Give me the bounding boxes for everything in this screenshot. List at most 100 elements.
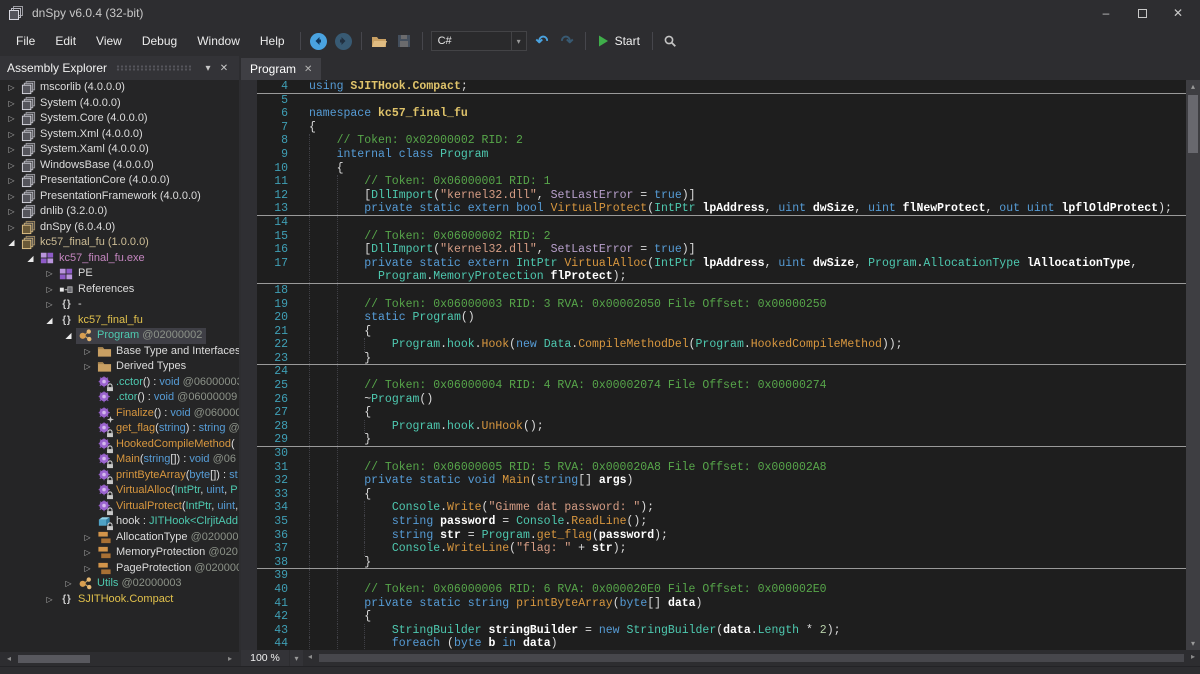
- code-line[interactable]: 33{: [257, 488, 1186, 502]
- expander-icon[interactable]: ▷: [4, 142, 19, 158]
- maximize-button[interactable]: [1124, 2, 1160, 24]
- combobox-caret-icon[interactable]: ▾: [511, 32, 526, 50]
- navigate-forward-button[interactable]: [331, 29, 356, 53]
- close-button[interactable]: ✕: [1160, 2, 1196, 24]
- scroll-right-icon[interactable]: ▸: [1186, 650, 1200, 664]
- tree-item[interactable]: ◢kc57_final_fu.exe: [0, 251, 239, 267]
- tree-item[interactable]: Main(string[]) : void @06: [0, 452, 239, 468]
- panel-grip[interactable]: [116, 65, 191, 71]
- scrollbar-thumb[interactable]: [1188, 95, 1198, 153]
- code-line[interactable]: 29}: [257, 433, 1186, 447]
- menu-item-edit[interactable]: Edit: [45, 29, 86, 53]
- menu-item-help[interactable]: Help: [250, 29, 295, 53]
- tree-item[interactable]: ◢{ }kc57_final_fu: [0, 313, 239, 329]
- code-line[interactable]: 28Program.hook.UnHook();: [257, 420, 1186, 434]
- tree-item[interactable]: ▷Derived Types: [0, 359, 239, 375]
- code-line[interactable]: 42{: [257, 610, 1186, 624]
- tree-item[interactable]: HookedCompileMethod(: [0, 437, 239, 453]
- expander-icon[interactable]: ◢: [42, 313, 57, 329]
- editor-horizontal-scrollbar[interactable]: ◂ ▸: [303, 650, 1200, 666]
- scroll-left-icon[interactable]: ◂: [2, 652, 16, 666]
- open-file-button[interactable]: [367, 29, 392, 53]
- expander-icon[interactable]: ▷: [4, 189, 19, 205]
- expander-icon[interactable]: ▷: [42, 592, 57, 608]
- expander-icon[interactable]: ▷: [80, 359, 95, 375]
- tree-item[interactable]: .cctor() : void @06000003: [0, 375, 239, 391]
- editor-vertical-scrollbar[interactable]: ▴ ▾: [1186, 80, 1200, 650]
- code-line[interactable]: 26~Program(): [257, 393, 1186, 407]
- code-line[interactable]: 14: [257, 216, 1186, 230]
- expander-icon[interactable]: ▷: [4, 96, 19, 112]
- expander-icon[interactable]: ▷: [61, 576, 76, 592]
- code-line[interactable]: 40// Token: 0x06000006 RID: 6 RVA: 0x000…: [257, 583, 1186, 597]
- scrollbar-thumb[interactable]: [18, 655, 90, 663]
- code-line[interactable]: 7{: [257, 121, 1186, 135]
- tree-item[interactable]: ▷Base Type and Interfaces: [0, 344, 239, 360]
- scroll-up-icon[interactable]: ▴: [1191, 80, 1195, 93]
- undo-button[interactable]: ↶: [530, 29, 555, 53]
- tree-item[interactable]: ▷MemoryProtection @020: [0, 545, 239, 561]
- code-line[interactable]: 24: [257, 365, 1186, 379]
- tree-item[interactable]: ▷System.Xaml (4.0.0.0): [0, 142, 239, 158]
- code-line[interactable]: 35string password = Console.ReadLine();: [257, 515, 1186, 529]
- code-line[interactable]: 8// Token: 0x02000002 RID: 2: [257, 134, 1186, 148]
- tree-item[interactable]: ▷References: [0, 282, 239, 298]
- expander-icon[interactable]: ◢: [23, 251, 38, 267]
- tab-program[interactable]: Program ✕: [241, 58, 321, 80]
- tree-item[interactable]: ▷System.Core (4.0.0.0): [0, 111, 239, 127]
- tree-item[interactable]: ▷PageProtection @020000: [0, 561, 239, 577]
- code-line[interactable]: 5: [257, 94, 1186, 108]
- tree-item[interactable]: get_flag(string) : string @: [0, 421, 239, 437]
- code-line[interactable]: 11// Token: 0x06000001 RID: 1: [257, 175, 1186, 189]
- tree-item[interactable]: Finalize() : void @0600000: [0, 406, 239, 422]
- tree-item[interactable]: ▷WindowsBase (4.0.0.0): [0, 158, 239, 174]
- tree-item[interactable]: hook : JITHook<ClrjitAdd: [0, 514, 239, 530]
- tree-item[interactable]: ▷PresentationCore (4.0.0.0): [0, 173, 239, 189]
- code-line[interactable]: 30: [257, 447, 1186, 461]
- code-line[interactable]: 37Console.WriteLine("flag: " + str);: [257, 542, 1186, 556]
- tree-item[interactable]: VirtualAlloc(IntPtr, uint, P: [0, 483, 239, 499]
- tree-item[interactable]: ▷{ }-: [0, 297, 239, 313]
- code-line[interactable]: Program.MemoryProtection flProtect);: [257, 270, 1186, 284]
- code-line[interactable]: 38}: [257, 556, 1186, 570]
- tab-close-icon[interactable]: ✕: [304, 64, 312, 75]
- save-all-button[interactable]: [392, 29, 417, 53]
- tree-item[interactable]: VirtualProtect(IntPtr, uint,: [0, 499, 239, 515]
- expander-icon[interactable]: ▷: [4, 204, 19, 220]
- tree-item[interactable]: ▷dnlib (3.2.0.0): [0, 204, 239, 220]
- code-line[interactable]: 13private static extern bool VirtualProt…: [257, 202, 1186, 216]
- code-line[interactable]: 39: [257, 569, 1186, 583]
- panel-close-icon[interactable]: ✕: [216, 63, 232, 74]
- code-line[interactable]: 36string str = Program.get_flag(password…: [257, 529, 1186, 543]
- menu-item-debug[interactable]: Debug: [132, 29, 187, 53]
- panel-menu-caret-icon[interactable]: ▾: [200, 63, 216, 74]
- language-combobox[interactable]: C# ▾: [431, 31, 527, 51]
- tree-item[interactable]: ◢Program @02000002: [0, 328, 239, 344]
- breakpoint-margin[interactable]: [241, 80, 257, 650]
- scroll-down-icon[interactable]: ▾: [1191, 637, 1195, 650]
- tree-item[interactable]: ▷AllocationType @0200000: [0, 530, 239, 546]
- expander-icon[interactable]: ▷: [42, 266, 57, 282]
- zoom-caret-icon[interactable]: ▾: [289, 650, 303, 666]
- tree-item[interactable]: ▷PresentationFramework (4.0.0.0): [0, 189, 239, 205]
- code-content[interactable]: 4using SJITHook.Compact;56namespace kc57…: [257, 80, 1186, 650]
- tree-item[interactable]: ◢kc57_final_fu (1.0.0.0): [0, 235, 239, 251]
- menu-item-view[interactable]: View: [86, 29, 132, 53]
- code-line[interactable]: 43StringBuilder stringBuilder = new Stri…: [257, 624, 1186, 638]
- code-line[interactable]: 44foreach (byte b in data): [257, 637, 1186, 650]
- expander-icon[interactable]: ◢: [61, 328, 76, 344]
- tree-item[interactable]: ▷System.Xml (4.0.0.0): [0, 127, 239, 143]
- tree-item[interactable]: ▷System (4.0.0.0): [0, 96, 239, 112]
- code-line[interactable]: 10{: [257, 162, 1186, 176]
- expander-icon[interactable]: ▷: [4, 127, 19, 143]
- zoom-level-combobox[interactable]: 100 %: [241, 650, 289, 666]
- menu-item-window[interactable]: Window: [187, 29, 250, 53]
- code-line[interactable]: 22Program.hook.Hook(new Data.CompileMeth…: [257, 338, 1186, 352]
- explorer-horizontal-scrollbar[interactable]: ◂ ▸: [0, 652, 239, 666]
- redo-button[interactable]: ↷: [555, 29, 580, 53]
- code-line[interactable]: 17private static extern IntPtr VirtualAl…: [257, 257, 1186, 271]
- code-line[interactable]: 20static Program(): [257, 311, 1186, 325]
- tree-item[interactable]: ▷{ }SJITHook.Compact: [0, 592, 239, 608]
- code-line[interactable]: 16[DllImport("kernel32.dll", SetLastErro…: [257, 243, 1186, 257]
- expander-icon[interactable]: ▷: [80, 530, 95, 546]
